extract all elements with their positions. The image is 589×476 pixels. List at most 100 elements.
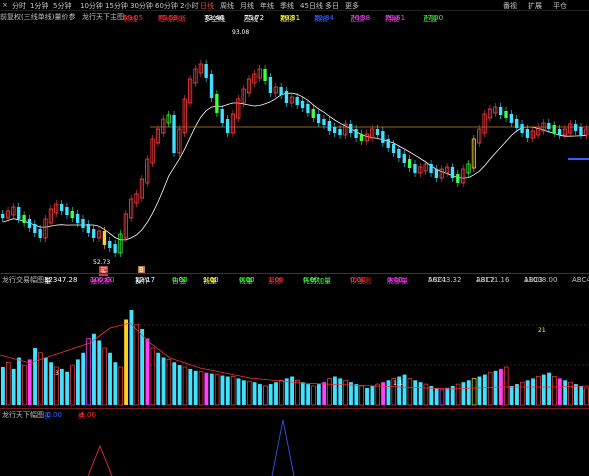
low-price-label: 52.73 xyxy=(93,259,111,266)
sell-signal-spike xyxy=(87,444,113,476)
candle-body xyxy=(381,131,385,143)
candle-body xyxy=(391,144,396,153)
candle-body xyxy=(359,134,364,141)
volume-bar xyxy=(252,382,257,405)
volume-bar xyxy=(568,381,573,406)
volume-bar xyxy=(525,380,530,405)
candlestick-chart[interactable] xyxy=(0,21,589,271)
candle-body xyxy=(27,219,32,228)
candle-body xyxy=(434,169,439,178)
volume-bar xyxy=(482,374,487,405)
volume-bar xyxy=(434,387,439,405)
candle-body xyxy=(520,124,524,133)
volume-bar xyxy=(38,352,43,406)
volume-bar xyxy=(246,380,252,406)
volume-bar xyxy=(563,380,568,405)
high-price-label: 93.08 xyxy=(232,29,250,36)
volume-bar xyxy=(70,364,75,406)
volume-bar xyxy=(284,378,289,405)
volume-bar xyxy=(22,364,27,406)
volume-bar xyxy=(220,375,225,405)
volume-bar xyxy=(33,348,37,405)
peak-label: 21 xyxy=(538,327,546,334)
candle-body xyxy=(552,125,556,133)
candle-body xyxy=(557,129,562,135)
volume-bar xyxy=(493,370,498,405)
volume-bar xyxy=(354,384,359,405)
candle-body xyxy=(573,124,578,131)
volume-bar xyxy=(27,359,32,405)
volume-bar xyxy=(584,387,589,406)
candle-body xyxy=(17,207,21,219)
volume-bar xyxy=(332,376,337,405)
candle-body xyxy=(450,167,455,178)
candle-body xyxy=(113,244,117,253)
candle-body xyxy=(263,69,267,81)
candle-body xyxy=(402,154,406,163)
volume-bar xyxy=(236,378,241,405)
candle-body xyxy=(332,127,337,133)
signal-chart[interactable] xyxy=(0,418,589,476)
candle-body xyxy=(354,129,358,138)
volume-bar xyxy=(306,384,311,405)
candle-body xyxy=(86,224,91,233)
volume-bar xyxy=(214,374,220,406)
candle-body xyxy=(413,164,417,173)
bottom-indicator-header: 龙行天下幅图 买: 0.00 卖: 1.00 xyxy=(2,410,96,420)
volume-bar xyxy=(471,378,477,406)
volume-bar xyxy=(1,367,5,405)
volume-bar xyxy=(552,376,557,406)
volume-chart[interactable] xyxy=(0,283,589,408)
volume-bar xyxy=(327,378,332,406)
volume-bar xyxy=(65,371,70,405)
candle-body xyxy=(38,229,42,238)
candle-body xyxy=(284,91,289,103)
volume-bar xyxy=(413,380,418,405)
volume-bar xyxy=(263,385,268,406)
volume-bar xyxy=(365,387,369,405)
volume-bar xyxy=(536,376,541,406)
volume-bar xyxy=(343,379,348,406)
marker-label: 1:1 xyxy=(393,380,403,387)
candle-body xyxy=(311,109,315,118)
candle-body xyxy=(59,204,64,211)
volume-bar xyxy=(295,379,300,406)
volume-bar xyxy=(108,352,112,405)
volume-bar xyxy=(573,384,578,405)
volume-bar xyxy=(274,382,278,405)
volume-bar xyxy=(461,382,466,405)
volume-bar xyxy=(279,379,284,406)
volume-indicator-header: 龙行交易幅图 量 32347.28 强化额 100.00 操作 12.17 自强… xyxy=(0,274,589,285)
volume-bar xyxy=(258,384,262,405)
volume-bar xyxy=(290,376,294,405)
volume-bar xyxy=(49,362,54,405)
volume-bar xyxy=(43,357,48,405)
volume-bar xyxy=(541,374,546,405)
volume-bar xyxy=(145,338,150,405)
marker-label: 3 xyxy=(55,370,59,377)
volume-bar xyxy=(156,352,161,405)
volume-bar xyxy=(520,381,525,406)
close-icon[interactable]: × xyxy=(2,1,8,9)
volume-bar xyxy=(230,376,236,406)
volume-bar xyxy=(503,366,509,406)
volume-bar xyxy=(150,347,156,406)
candle-body xyxy=(268,77,273,93)
volume-bar xyxy=(316,384,321,405)
volume-bar xyxy=(429,386,434,405)
moving-average-line xyxy=(2,92,587,241)
volume-bar xyxy=(6,361,11,406)
volume-bar xyxy=(11,368,16,405)
candle-body xyxy=(407,159,412,168)
candle-body xyxy=(204,64,208,78)
volume-bar xyxy=(268,384,273,405)
candle-body xyxy=(75,214,80,223)
volume-bar xyxy=(204,372,209,405)
candle-body xyxy=(81,219,85,228)
volume-bar xyxy=(509,386,514,405)
volume-bar xyxy=(407,378,413,406)
candle-body xyxy=(300,101,305,108)
candle-body xyxy=(220,109,224,123)
volume-bar xyxy=(17,357,21,405)
candle-body xyxy=(225,119,230,133)
